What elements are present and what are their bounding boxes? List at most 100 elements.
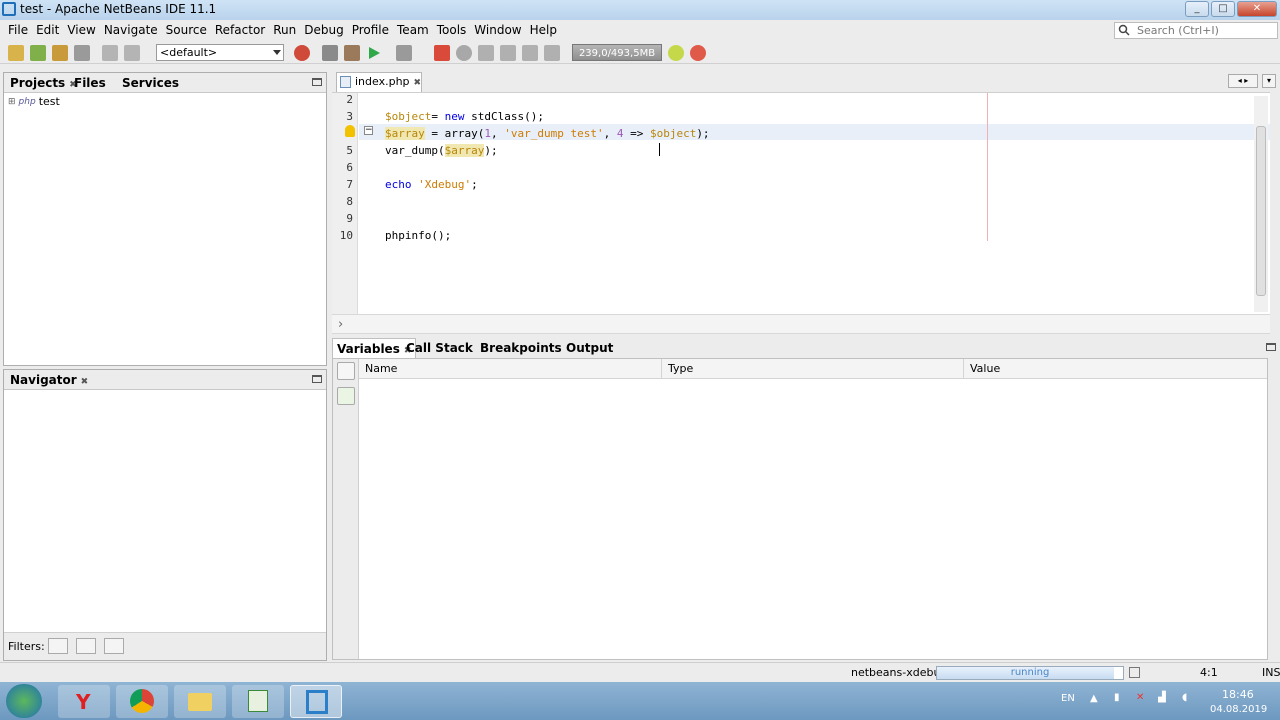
tab-output[interactable]: Output xyxy=(562,338,617,358)
minimize-panel-icon[interactable] xyxy=(312,78,322,86)
column-name[interactable]: Name xyxy=(359,359,661,379)
filter-static-button[interactable] xyxy=(76,638,96,654)
code-editor[interactable]: 2345678910 − $object= new stdClass();$ar… xyxy=(332,92,1270,315)
clean-build-icon[interactable] xyxy=(344,45,360,61)
menu-view[interactable]: View xyxy=(63,23,99,37)
variables-view: Name Type Value xyxy=(332,358,1268,660)
menu-navigate[interactable]: Navigate xyxy=(100,23,162,37)
signal-icon[interactable]: ▟ xyxy=(1158,692,1166,703)
search-input[interactable]: Search (Ctrl+I) xyxy=(1114,22,1278,39)
tray-device-icon[interactable]: ▮ xyxy=(1114,692,1120,703)
chrome-icon[interactable] xyxy=(116,685,168,718)
code-line[interactable]: var_dump($array); xyxy=(385,144,498,157)
editor-scrollbar[interactable] xyxy=(1254,96,1268,312)
tab-files[interactable]: Files xyxy=(70,73,110,93)
menu-debug[interactable]: Debug xyxy=(300,23,347,37)
step-into-icon[interactable] xyxy=(522,45,538,61)
show-hidden-icons-icon[interactable]: ▲ xyxy=(1090,693,1098,704)
column-value[interactable]: Value xyxy=(963,359,1269,379)
code-line[interactable]: phpinfo(); xyxy=(385,229,451,242)
chart-app-icon[interactable] xyxy=(232,685,284,718)
undo-icon[interactable] xyxy=(102,45,118,61)
code-token: ; xyxy=(471,178,478,191)
configuration-select[interactable]: <default> xyxy=(156,44,284,61)
maximize-button[interactable]: □ xyxy=(1211,1,1235,17)
netbeans-taskbar-icon[interactable] xyxy=(290,685,342,718)
close-icon[interactable]: ✖ xyxy=(81,377,89,387)
tab-call-stack[interactable]: Call Stack xyxy=(402,338,477,358)
php-project-icon: php xyxy=(18,96,36,107)
language-indicator[interactable]: EN xyxy=(1061,693,1075,704)
code-token: ); xyxy=(484,144,498,157)
menu-team[interactable]: Team xyxy=(393,23,433,37)
step-out-icon[interactable] xyxy=(544,45,560,61)
open-project-icon[interactable] xyxy=(52,45,68,61)
profile-icon[interactable] xyxy=(690,45,706,61)
menu-run[interactable]: Run xyxy=(269,23,300,37)
tab-index-php[interactable]: index.php ✖ xyxy=(336,72,422,92)
code-token: , xyxy=(603,127,617,140)
toolbar: <default> 239,0/493,5MB xyxy=(0,42,1280,64)
menu-file[interactable]: File xyxy=(4,23,32,37)
continue-icon[interactable] xyxy=(478,45,494,61)
hint-bulb-icon[interactable] xyxy=(345,125,355,137)
run-icon[interactable] xyxy=(366,45,382,61)
filter-private-button[interactable] xyxy=(104,638,124,654)
debugger-tab-bar: Variables ✖ Call Stack Breakpoints Output xyxy=(332,338,1280,358)
windows-taskbar: Y EN ▲ ▮ ✕ ▟ ◖ 18:46 04.08.2019 xyxy=(0,682,1280,720)
yandex-browser-icon[interactable]: Y xyxy=(58,685,110,718)
code-token: ); xyxy=(696,127,710,140)
tab-breakpoints[interactable]: Breakpoints xyxy=(476,338,566,358)
line-number: 7 xyxy=(346,178,353,191)
pause-icon[interactable] xyxy=(456,45,472,61)
save-all-icon[interactable] xyxy=(74,45,90,61)
memory-indicator[interactable]: 239,0/493,5MB xyxy=(572,44,662,61)
code-token: = xyxy=(431,110,445,123)
column-type[interactable]: Type xyxy=(661,359,963,379)
menu-help[interactable]: Help xyxy=(526,23,561,37)
close-button[interactable]: ✕ xyxy=(1237,1,1277,17)
debug-project-icon[interactable] xyxy=(396,45,412,61)
watch-icon[interactable] xyxy=(337,362,355,380)
menu-profile[interactable]: Profile xyxy=(348,23,393,37)
clock-date[interactable]: 04.08.2019 xyxy=(1210,704,1267,715)
minimize-button[interactable]: _ xyxy=(1185,1,1209,17)
explorer-icon[interactable] xyxy=(174,685,226,718)
cancel-task-icon[interactable] xyxy=(1129,667,1140,678)
chevron-right-icon[interactable]: › xyxy=(338,317,343,332)
tab-navigator[interactable]: Navigator ✖ xyxy=(6,370,92,390)
new-watch-icon[interactable] xyxy=(337,387,355,405)
gc-icon[interactable] xyxy=(668,45,684,61)
code-line[interactable]: $array = array(1, 'var_dump test', 4 => … xyxy=(385,127,710,140)
tree-item-test[interactable]: ⊞ php test xyxy=(8,95,60,108)
menu-window[interactable]: Window xyxy=(470,23,525,37)
code-line[interactable]: $object= new stdClass(); xyxy=(385,110,544,123)
scroll-tabs-button[interactable]: ◂ ▸ xyxy=(1228,74,1258,88)
minimize-panel-icon[interactable] xyxy=(312,375,322,383)
scrollbar-thumb[interactable] xyxy=(1256,126,1266,296)
menu-edit[interactable]: Edit xyxy=(32,23,63,37)
volume-icon[interactable]: ◖ xyxy=(1182,692,1187,703)
new-file-icon[interactable] xyxy=(8,45,24,61)
tab-services[interactable]: Services xyxy=(118,73,183,93)
chevron-down-icon[interactable]: ▾ xyxy=(1262,74,1276,88)
browser-icon[interactable] xyxy=(294,45,310,61)
expand-icon[interactable]: ⊞ xyxy=(8,97,16,107)
network-error-icon[interactable]: ✕ xyxy=(1136,692,1144,703)
stop-debug-icon[interactable] xyxy=(434,45,450,61)
new-project-icon[interactable] xyxy=(30,45,46,61)
minimize-panel-icon[interactable] xyxy=(1266,343,1276,351)
redo-icon[interactable] xyxy=(124,45,140,61)
menu-tools[interactable]: Tools xyxy=(433,23,471,37)
build-icon[interactable] xyxy=(322,45,338,61)
filter-fields-button[interactable] xyxy=(48,638,68,654)
code-line[interactable]: echo 'Xdebug'; xyxy=(385,178,478,191)
start-button[interactable] xyxy=(6,684,42,718)
menu-source[interactable]: Source xyxy=(162,23,211,37)
fold-icon[interactable]: − xyxy=(364,126,373,135)
clock-time[interactable]: 18:46 xyxy=(1222,688,1254,701)
close-icon[interactable]: ✖ xyxy=(414,78,422,88)
menu-refactor[interactable]: Refactor xyxy=(211,23,269,37)
step-over-icon[interactable] xyxy=(500,45,516,61)
tab-projects-label: Projects xyxy=(10,76,66,90)
